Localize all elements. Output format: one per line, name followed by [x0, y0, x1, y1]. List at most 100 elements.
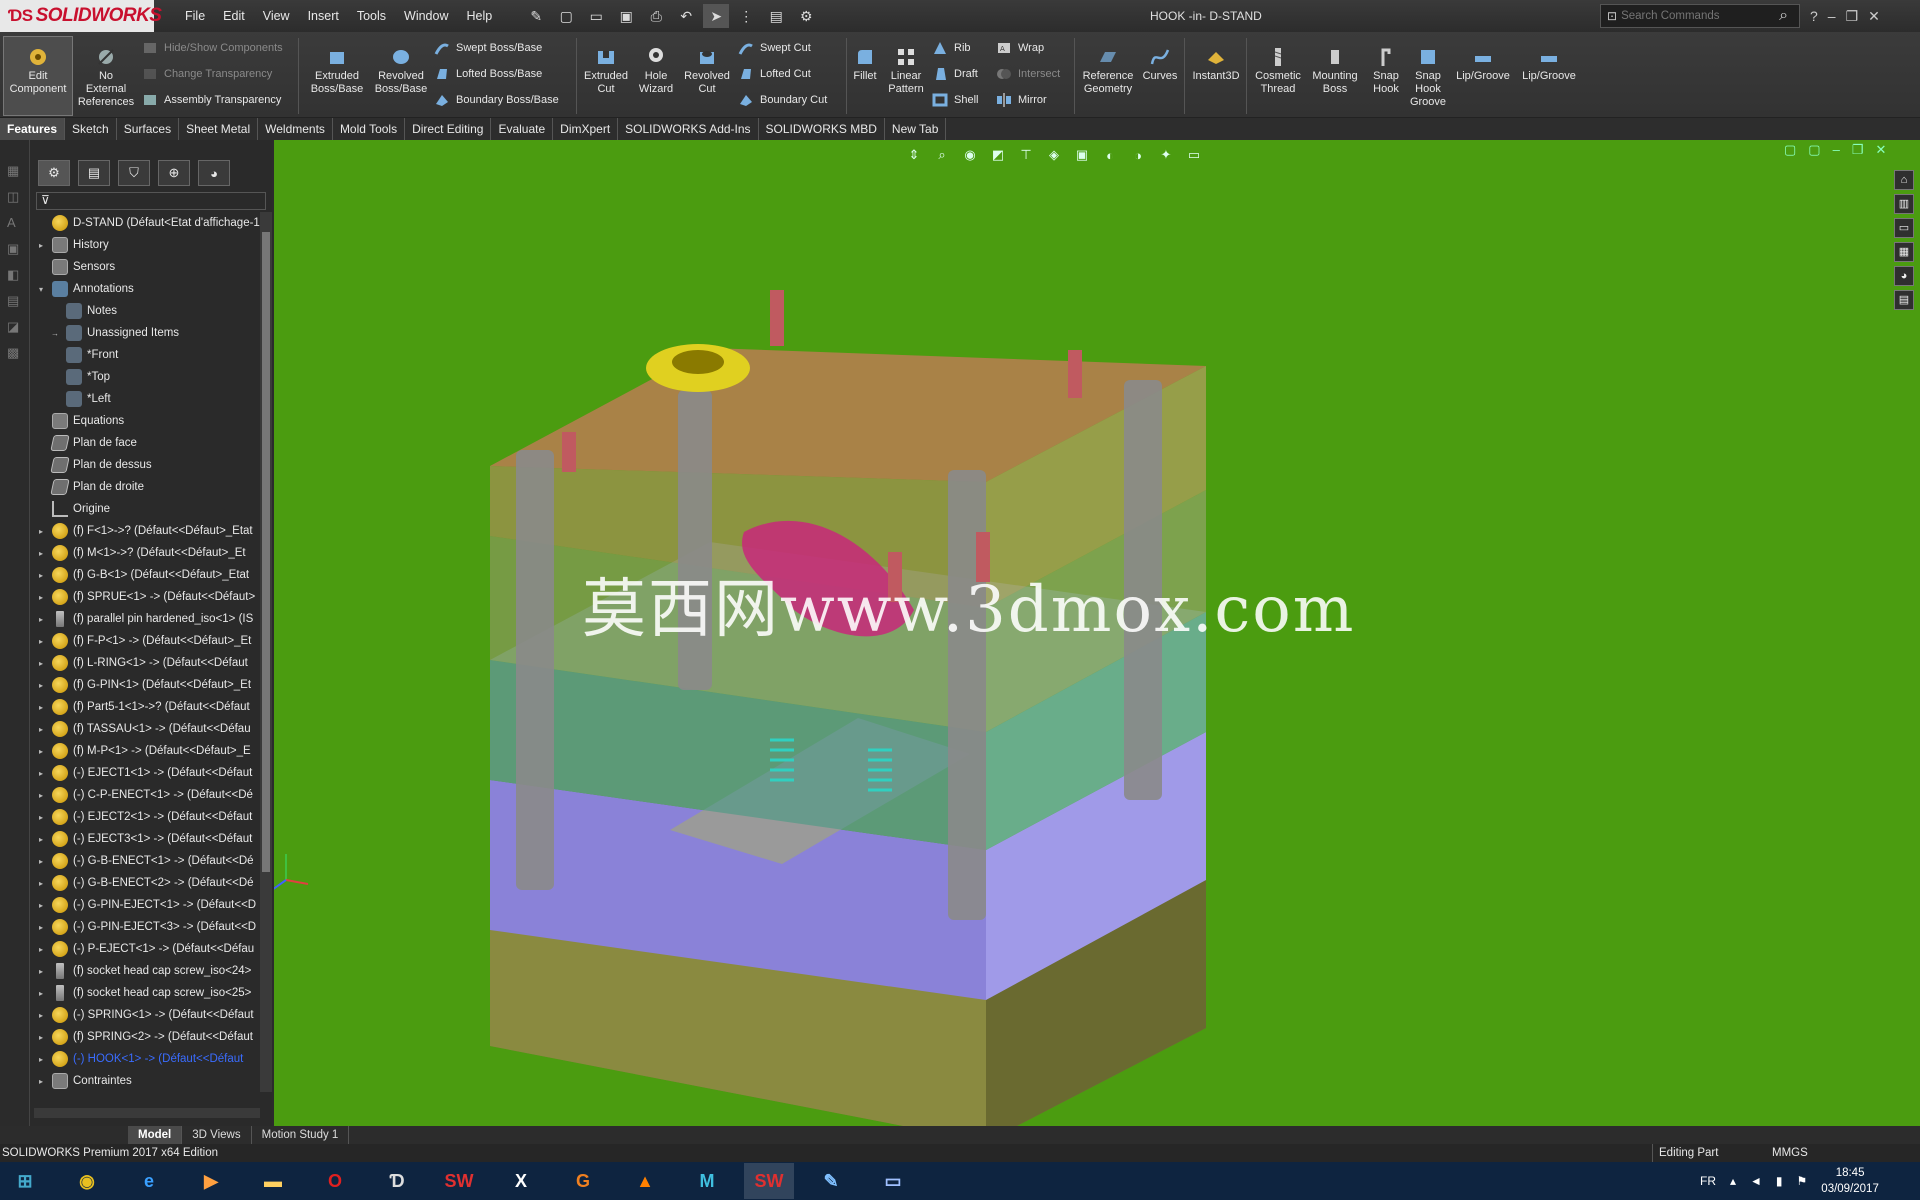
- swept-boss-button[interactable]: Swept Boss/Base: [434, 38, 542, 58]
- fillet-button[interactable]: Fillet: [850, 46, 880, 83]
- tree-node[interactable]: ▸ (f) L-RING<1> -> (Défaut<<Défaut: [30, 652, 260, 674]
- linear-pattern-button[interactable]: Linear Pattern: [884, 46, 928, 96]
- snap-hook-button[interactable]: Snap Hook: [1366, 46, 1406, 96]
- internet-explorer-icon[interactable]: e: [124, 1163, 174, 1199]
- unit-system-selector[interactable]: MMGS: [1772, 1144, 1808, 1162]
- expand-arrow-icon[interactable]: ▸: [34, 791, 48, 800]
- sketch-tool-icon[interactable]: ▦: [7, 158, 29, 184]
- expand-arrow-icon[interactable]: ▸: [34, 659, 48, 668]
- tree-node[interactable]: ▸ (f) G-PIN<1> (Défaut<<Défaut>_Et: [30, 674, 260, 696]
- menu-view[interactable]: View: [254, 0, 299, 32]
- opera-icon[interactable]: O: [310, 1163, 360, 1199]
- tab-sheet-metal[interactable]: Sheet Metal: [179, 118, 259, 140]
- revolved-cut-button[interactable]: Revolved Cut: [682, 46, 732, 96]
- chrome-icon[interactable]: ◉: [62, 1163, 112, 1199]
- tab-3d-views[interactable]: 3D Views: [182, 1126, 252, 1144]
- tree-node[interactable]: ▸ History: [30, 234, 260, 256]
- solidworks-2017-icon[interactable]: SW: [434, 1163, 484, 1199]
- boundary-boss-button[interactable]: Boundary Boss/Base: [434, 90, 559, 110]
- tree-node[interactable]: ▸ (f) M-P<1> -> (Défaut<<Défaut>_E: [30, 740, 260, 762]
- tree-node[interactable]: ▾ Annotations: [30, 278, 260, 300]
- minimize-icon[interactable]: –: [1828, 0, 1836, 32]
- tree-node[interactable]: ▸ (f) Part5-1<1>->? (Défaut<<Défaut: [30, 696, 260, 718]
- tree-node[interactable]: *Top: [30, 366, 260, 388]
- tree-node[interactable]: ▸ (-) G-PIN-EJECT<3> -> (Défaut<<D: [30, 916, 260, 938]
- traffic-light-icon[interactable]: ⋮: [733, 4, 759, 28]
- save-icon[interactable]: ▣: [613, 4, 639, 28]
- expand-arrow-icon[interactable]: ▸: [34, 703, 48, 712]
- file-properties-icon[interactable]: ▤: [763, 4, 789, 28]
- expand-arrow-icon[interactable]: →: [48, 329, 62, 338]
- expand-arrow-icon[interactable]: ▸: [34, 241, 48, 250]
- graphics-viewport[interactable]: ⇕ ⌕ ◉ ◩ ⊤ ◈ ▣ ◐ ◑ ✦ ▭ ▢ ▢ – ❐ ✕ ⌂ ▥ ▭ ▦ …: [274, 140, 1920, 1126]
- smart-dimension-icon[interactable]: ◫: [7, 184, 29, 210]
- menu-edit[interactable]: Edit: [214, 0, 254, 32]
- tree-node[interactable]: ▸ (-) EJECT2<1> -> (Défaut<<Défaut: [30, 806, 260, 828]
- rib-button[interactable]: Rib: [932, 38, 971, 58]
- flag-icon[interactable]: ⚑: [1797, 1174, 1808, 1188]
- hole-wizard-button[interactable]: Hole Wizard: [632, 46, 680, 96]
- tree-node[interactable]: ▸ (-) P-EJECT<1> -> (Défaut<<Défau: [30, 938, 260, 960]
- tree-node[interactable]: ▸ (f) parallel pin hardened_iso<1> (IS: [30, 608, 260, 630]
- expand-arrow-icon[interactable]: ▸: [34, 1055, 48, 1064]
- expand-arrow-icon[interactable]: ▸: [34, 615, 48, 624]
- window-app-icon[interactable]: ▭: [868, 1163, 918, 1199]
- expand-arrow-icon[interactable]: ▸: [34, 835, 48, 844]
- property-manager-icon[interactable]: ▤: [78, 160, 110, 186]
- expand-arrow-icon[interactable]: ▸: [34, 571, 48, 580]
- expand-arrow-icon[interactable]: ▸: [34, 769, 48, 778]
- lip-groove-button[interactable]: Lip/Groove: [1452, 46, 1514, 83]
- measure-tool-icon[interactable]: ▤: [7, 288, 29, 314]
- lip-groove-2-button[interactable]: Lip/Groove: [1518, 46, 1580, 83]
- expand-arrow-icon[interactable]: ▸: [34, 725, 48, 734]
- expand-arrow-icon[interactable]: ▾: [34, 285, 48, 294]
- expand-arrow-icon[interactable]: ▸: [34, 747, 48, 756]
- extruded-boss-button[interactable]: Extruded Boss/Base: [306, 46, 368, 96]
- expand-arrow-icon[interactable]: ▸: [34, 923, 48, 932]
- tree-node[interactable]: ▸ (-) HOOK<1> -> (Défaut<<Défaut: [30, 1048, 260, 1070]
- section-tool-icon[interactable]: ◧: [7, 262, 29, 288]
- tab-model[interactable]: Model: [128, 1126, 183, 1144]
- app-m-icon[interactable]: M: [682, 1163, 732, 1199]
- restore-icon[interactable]: ❐: [1846, 0, 1859, 32]
- expand-arrow-icon[interactable]: ▸: [34, 857, 48, 866]
- expand-arrow-icon[interactable]: ▸: [34, 549, 48, 558]
- expand-arrow-icon[interactable]: ▸: [34, 527, 48, 536]
- tree-node[interactable]: Sensors: [30, 256, 260, 278]
- new-document-icon[interactable]: ▢: [553, 4, 579, 28]
- tree-scrollbar[interactable]: [260, 212, 272, 1092]
- change-transparency-button[interactable]: Change Transparency: [142, 64, 272, 84]
- wrap-button[interactable]: A Wrap: [996, 38, 1044, 58]
- tab-weldments[interactable]: Weldments: [258, 118, 333, 140]
- tab-mold-tools[interactable]: Mold Tools: [333, 118, 406, 140]
- tree-node[interactable]: ▸ (f) F-P<1> -> (Défaut<<Défaut>_Et: [30, 630, 260, 652]
- pin-icon[interactable]: ✎: [523, 4, 549, 28]
- expand-arrow-icon[interactable]: ▸: [34, 989, 48, 998]
- shell-button[interactable]: Shell: [932, 90, 978, 110]
- mirror-button[interactable]: Mirror: [996, 90, 1047, 110]
- tree-node[interactable]: Origine: [30, 498, 260, 520]
- snap-hook-groove-button[interactable]: Snap Hook Groove: [1408, 46, 1448, 109]
- boundary-cut-button[interactable]: Boundary Cut: [738, 90, 827, 110]
- tree-node[interactable]: → Unassigned Items: [30, 322, 260, 344]
- display-manager-icon[interactable]: ◕: [198, 160, 230, 186]
- search-icon[interactable]: ⌕: [1779, 7, 1788, 25]
- paint-icon[interactable]: ✎: [806, 1163, 856, 1199]
- curves-button[interactable]: Curves: [1140, 46, 1180, 83]
- tree-node[interactable]: ▸ (f) SPRING<2> -> (Défaut<<Défaut: [30, 1026, 260, 1048]
- volume-icon[interactable]: ◄: [1750, 1174, 1762, 1188]
- menu-window[interactable]: Window: [395, 0, 457, 32]
- expand-arrow-icon[interactable]: ▸: [34, 879, 48, 888]
- expand-arrow-icon[interactable]: ▸: [34, 945, 48, 954]
- hide-show-components-button[interactable]: Hide/Show Components: [142, 38, 283, 58]
- tree-node[interactable]: ▸ (-) G-B-ENECT<2> -> (Défaut<<Dé: [30, 872, 260, 894]
- solidworks-active-icon[interactable]: SW: [744, 1163, 794, 1199]
- menu-help[interactable]: Help: [458, 0, 502, 32]
- scrollbar-thumb[interactable]: [262, 232, 270, 872]
- menu-tools[interactable]: Tools: [348, 0, 395, 32]
- expand-arrow-icon[interactable]: ▸: [34, 1011, 48, 1020]
- start-button-icon[interactable]: ⊞: [0, 1163, 50, 1199]
- intersect-button[interactable]: Intersect: [996, 64, 1060, 84]
- tab-solidworks-addins[interactable]: SOLIDWORKS Add-Ins: [618, 118, 759, 140]
- tray-arrow-icon[interactable]: ▴: [1730, 1174, 1736, 1188]
